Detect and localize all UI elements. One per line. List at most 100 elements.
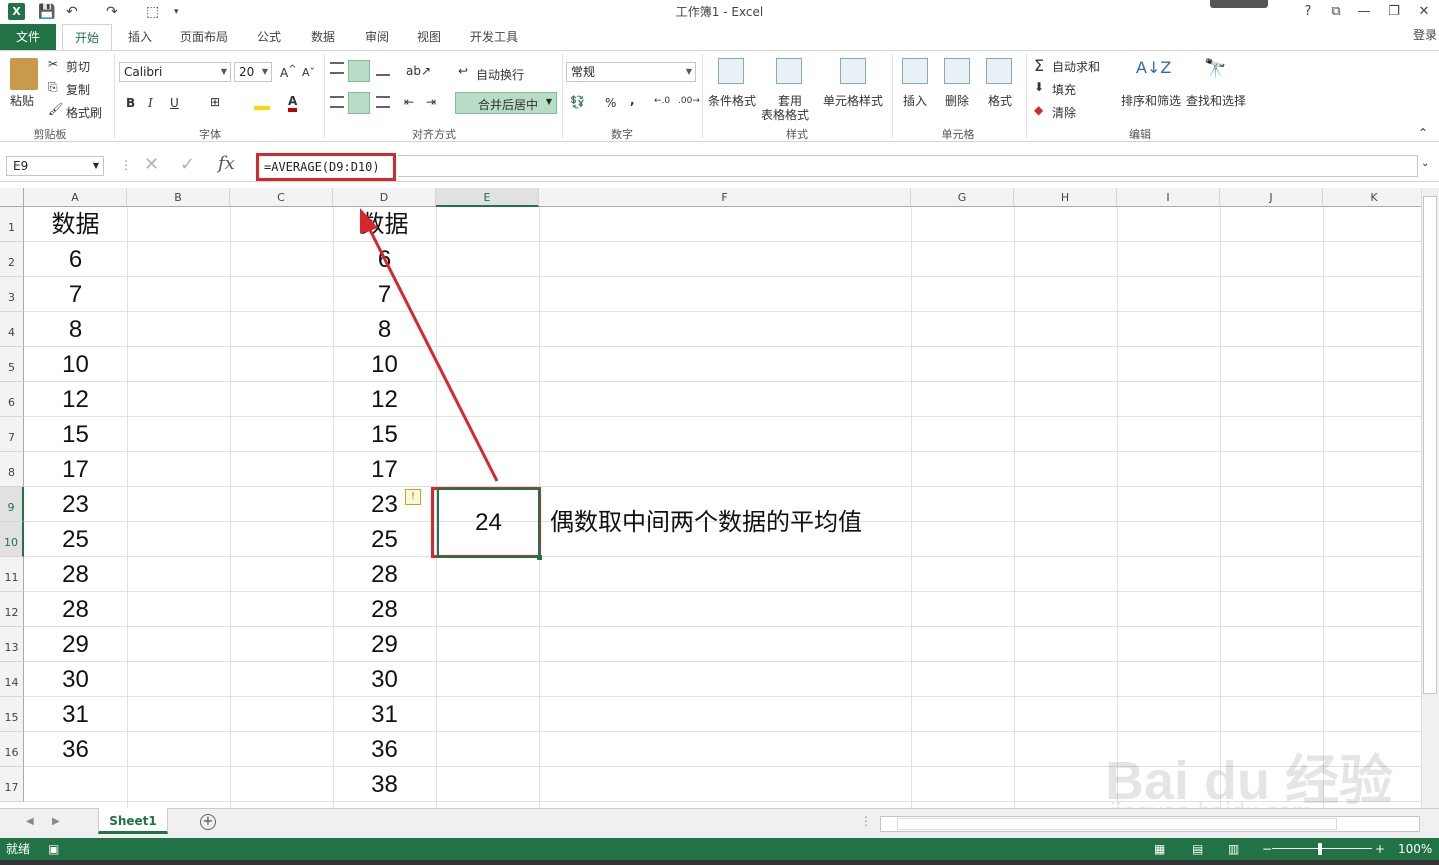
insert-function-button[interactable]: fx — [218, 153, 235, 174]
add-sheet-button[interactable]: + — [200, 814, 216, 830]
autosum-button[interactable]: 自动求和 — [1052, 58, 1100, 75]
zoom-in-icon[interactable]: + — [1375, 838, 1385, 860]
worksheet-grid[interactable]: A B C D E F G H I J K 1数据数据2663774885101… — [0, 188, 1421, 808]
cell-styles-button[interactable]: 单元格样式 — [823, 92, 883, 109]
ribbon-display-icon[interactable]: ⧉ — [1324, 2, 1348, 22]
tab-data[interactable]: 数据 — [302, 24, 344, 50]
zoom-level[interactable]: 100% — [1398, 838, 1432, 860]
delete-cells-icon[interactable] — [944, 58, 970, 84]
decrease-decimal-icon[interactable]: .00→ — [678, 96, 700, 106]
fill-color-icon[interactable] — [254, 96, 270, 110]
minimize-icon[interactable]: — — [1352, 2, 1376, 22]
find-select-icon[interactable]: 🔭 — [1204, 58, 1226, 79]
formula-input[interactable]: =AVERAGE(D9:D10) — [256, 153, 396, 181]
fill-icon[interactable]: ⬇ — [1034, 80, 1044, 94]
format-as-table-line2[interactable]: 表格格式 — [761, 106, 809, 123]
tab-formulas[interactable]: 公式 — [248, 24, 290, 50]
sheet-next-icon[interactable]: ▶ — [52, 816, 60, 827]
align-right-icon[interactable] — [376, 96, 390, 108]
scroll-thumb[interactable] — [1423, 196, 1437, 694]
delete-cells-button[interactable]: 删除 — [945, 92, 969, 109]
autosum-icon[interactable]: Σ — [1034, 56, 1044, 75]
clear-button[interactable]: 清除 — [1052, 104, 1076, 121]
collapse-ribbon-icon[interactable]: ⌃ — [1418, 126, 1428, 140]
hscroll-thumb[interactable] — [897, 818, 1337, 830]
format-painter-icon[interactable]: 🖌 — [48, 102, 63, 116]
paste-button[interactable]: 粘贴 — [10, 92, 34, 109]
macro-record-icon[interactable]: ▣ — [48, 838, 59, 860]
format-cells-icon[interactable] — [986, 58, 1012, 84]
cut-icon[interactable]: ✂ — [48, 57, 58, 71]
align-center-icon[interactable] — [348, 92, 370, 114]
number-format-select[interactable]: 常规 ▼ — [566, 62, 696, 82]
tab-view[interactable]: 视图 — [408, 24, 450, 50]
wrap-text-button[interactable]: 自动换行 — [476, 66, 524, 83]
tab-review[interactable]: 审阅 — [356, 24, 398, 50]
font-color-icon[interactable]: A — [288, 94, 298, 112]
tab-page-layout[interactable]: 页面布局 — [172, 24, 236, 50]
signin-link[interactable]: 登录 — [1413, 26, 1437, 43]
copy-icon[interactable]: ⎘ — [48, 80, 58, 95]
zoom-slider-track[interactable] — [1272, 848, 1372, 849]
sheet-tab-sheet1[interactable]: Sheet1 — [98, 808, 168, 834]
cut-button[interactable]: 剪切 — [66, 58, 90, 75]
name-box[interactable]: E9 ▼ — [6, 156, 104, 176]
sort-filter-icon[interactable]: A↓Z — [1136, 58, 1171, 77]
sheet-prev-icon[interactable]: ◀ — [26, 816, 34, 827]
font-size-select[interactable]: 20 ▼ — [234, 62, 272, 82]
formula-input-extension[interactable] — [398, 155, 1418, 177]
cell-styles-icon[interactable] — [840, 58, 866, 84]
insert-cells-icon[interactable] — [902, 58, 928, 84]
font-name-select[interactable]: Calibri ▼ — [119, 62, 231, 82]
tab-home[interactable]: 开始 — [62, 24, 112, 50]
align-middle-icon[interactable] — [348, 60, 370, 82]
cancel-icon[interactable]: ✕ — [144, 154, 159, 175]
zoom-out-icon[interactable]: − — [1262, 838, 1272, 860]
merge-center-button[interactable]: 合并后居中 ▼ — [455, 92, 557, 114]
format-painter-button[interactable]: 格式刷 — [66, 104, 102, 121]
page-break-view-icon[interactable]: ▥ — [1228, 838, 1239, 860]
currency-icon[interactable]: 💱 — [570, 95, 585, 109]
wrap-text-icon[interactable]: ↩ — [458, 64, 468, 78]
tab-developer[interactable]: 开发工具 — [462, 24, 526, 50]
find-select-button[interactable]: 查找和选择 — [1186, 92, 1246, 109]
grow-font-icon[interactable]: A^ — [280, 64, 297, 80]
sort-filter-button[interactable]: 排序和筛选 — [1121, 92, 1181, 109]
align-bottom-icon[interactable] — [376, 66, 390, 76]
normal-view-icon[interactable]: ▦ — [1154, 838, 1165, 860]
vertical-scrollbar[interactable] — [1421, 188, 1439, 808]
clear-icon[interactable]: ◆ — [1034, 103, 1043, 117]
enter-icon[interactable]: ✓ — [180, 154, 195, 175]
bold-button[interactable]: B — [126, 96, 135, 110]
restore-icon[interactable]: ❐ — [1382, 2, 1406, 22]
tab-insert[interactable]: 插入 — [120, 24, 160, 50]
increase-decimal-icon[interactable]: ←.0 — [654, 96, 670, 106]
conditional-format-button[interactable]: 条件格式 — [708, 92, 756, 109]
underline-button[interactable]: U — [170, 96, 179, 110]
tab-split-grip-icon[interactable]: ⋮ — [860, 814, 872, 828]
page-layout-view-icon[interactable]: ▤ — [1192, 838, 1203, 860]
format-cells-button[interactable]: 格式 — [988, 92, 1012, 109]
paste-icon[interactable] — [10, 58, 38, 90]
orientation-icon[interactable]: ab↗ — [406, 64, 431, 78]
italic-button[interactable]: I — [148, 96, 153, 110]
close-icon[interactable]: ✕ — [1412, 2, 1436, 22]
shrink-font-icon[interactable]: Aˇ — [302, 66, 315, 79]
decrease-indent-icon[interactable]: ⇤ — [404, 95, 414, 109]
zoom-slider-thumb[interactable] — [1318, 843, 1322, 855]
insert-cells-button[interactable]: 插入 — [903, 92, 927, 109]
help-button[interactable]: ? — [1296, 2, 1320, 22]
border-icon[interactable]: ⊞ — [210, 95, 220, 109]
format-as-table-icon[interactable] — [776, 58, 802, 84]
horizontal-scrollbar[interactable] — [880, 816, 1420, 832]
copy-button[interactable]: 复制 — [66, 81, 90, 98]
align-left-icon[interactable] — [330, 96, 344, 108]
align-top-icon[interactable] — [330, 62, 344, 74]
expand-formula-icon[interactable]: ⌄ — [1421, 158, 1429, 169]
tab-file[interactable]: 文件 — [0, 24, 56, 50]
comma-button[interactable]: , — [630, 93, 635, 107]
fill-button[interactable]: 填充 — [1052, 81, 1076, 98]
percent-button[interactable]: % — [605, 96, 616, 110]
conditional-format-icon[interactable] — [718, 58, 744, 84]
increase-indent-icon[interactable]: ⇥ — [426, 95, 436, 109]
